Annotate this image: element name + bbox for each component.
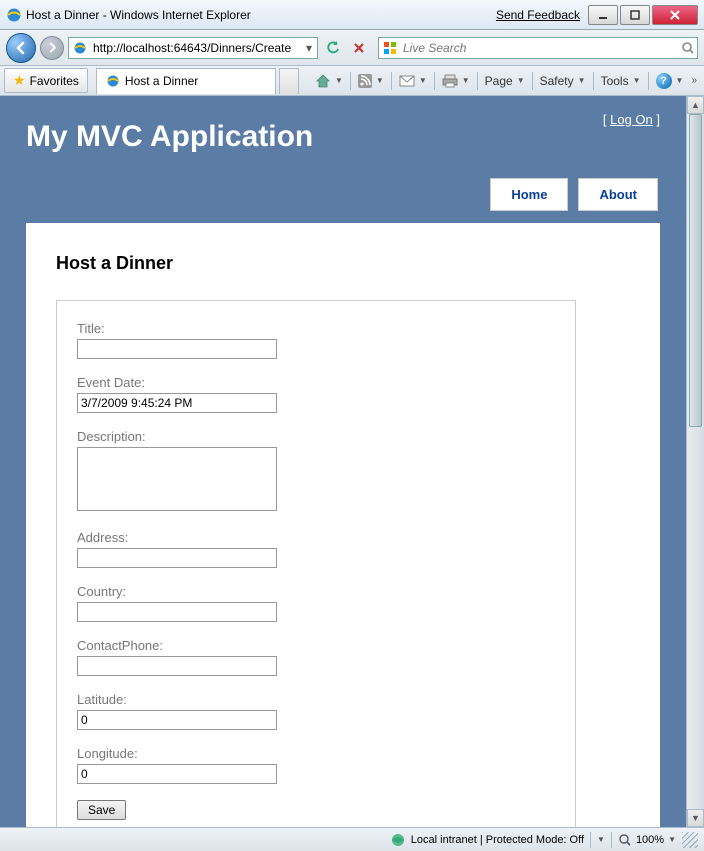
- eventdate-label: Event Date:: [77, 375, 555, 390]
- feeds-button[interactable]: ▼: [353, 70, 389, 92]
- page-icon: [72, 40, 88, 56]
- vertical-scrollbar[interactable]: ▲ ▼: [686, 96, 704, 827]
- description-label: Description:: [77, 429, 555, 444]
- protected-mode-dropdown[interactable]: ▼: [597, 835, 605, 844]
- mail-button[interactable]: ▼: [394, 70, 432, 92]
- page-menu[interactable]: Page ▼: [480, 70, 530, 92]
- menu-about[interactable]: About: [578, 178, 658, 211]
- scroll-down-button[interactable]: ▼: [687, 809, 704, 827]
- longitude-input[interactable]: [77, 764, 277, 784]
- search-input[interactable]: [401, 41, 681, 55]
- logon-link[interactable]: Log On: [610, 112, 653, 127]
- resize-grip[interactable]: [682, 832, 698, 848]
- help-icon: ?: [656, 73, 672, 89]
- country-input[interactable]: [77, 602, 277, 622]
- security-zone-text: Local intranet | Protected Mode: Off: [411, 834, 584, 846]
- address-input[interactable]: [91, 41, 301, 55]
- scroll-up-button[interactable]: ▲: [687, 96, 704, 114]
- maximize-button[interactable]: [620, 5, 650, 25]
- chevron-down-icon: ▼: [578, 76, 586, 85]
- address-dropdown[interactable]: ▾: [301, 41, 317, 55]
- title-input[interactable]: [77, 339, 277, 359]
- safety-menu[interactable]: Safety ▼: [535, 70, 591, 92]
- home-button[interactable]: ▼: [310, 69, 348, 93]
- page-heading: Host a Dinner: [56, 253, 630, 274]
- chevron-down-icon: ▼: [668, 835, 676, 844]
- security-zone-icon: [391, 833, 405, 847]
- stop-button[interactable]: [348, 37, 370, 59]
- chevron-down-icon: ▼: [676, 76, 684, 85]
- new-tab-button[interactable]: [279, 68, 299, 94]
- ie-icon: [6, 7, 22, 23]
- address-input[interactable]: [77, 548, 277, 568]
- country-label: Country:: [77, 584, 555, 599]
- tools-menu-label: Tools: [601, 74, 629, 88]
- chevron-down-icon: ▼: [419, 76, 427, 85]
- scroll-thumb[interactable]: [689, 114, 702, 427]
- forward-button[interactable]: [40, 36, 64, 60]
- chevron-down-icon: ▼: [517, 76, 525, 85]
- toolbar-buttons: ▼ ▼ ▼ ▼ Page ▼ Safety ▼ Tools ▼: [310, 69, 700, 93]
- description-input[interactable]: [77, 447, 277, 511]
- nav-bar: ▾: [0, 30, 704, 66]
- back-button[interactable]: [6, 33, 36, 63]
- app-title: My MVC Application: [26, 120, 313, 154]
- longitude-label: Longitude:: [77, 746, 555, 761]
- tools-menu[interactable]: Tools ▼: [596, 70, 646, 92]
- latitude-label: Latitude:: [77, 692, 555, 707]
- chevron-down-icon: ▼: [462, 76, 470, 85]
- contactphone-input[interactable]: [77, 656, 277, 676]
- print-button[interactable]: ▼: [437, 69, 475, 93]
- window-titlebar: Host a Dinner - Windows Internet Explore…: [0, 0, 704, 30]
- status-bar: Local intranet | Protected Mode: Off ▼ 1…: [0, 827, 704, 851]
- browser-tab[interactable]: Host a Dinner: [96, 68, 276, 94]
- page-content: My MVC Application [ Log On ] Home About…: [0, 96, 686, 827]
- save-button[interactable]: Save: [77, 800, 126, 820]
- search-bar[interactable]: [378, 37, 698, 59]
- main-menu: Home About: [26, 178, 658, 211]
- chevron-down-icon: ▼: [633, 76, 641, 85]
- page-menu-label: Page: [485, 74, 513, 88]
- minimize-button[interactable]: [588, 5, 618, 25]
- contactphone-label: ContactPhone:: [77, 638, 555, 653]
- address-label: Address:: [77, 530, 555, 545]
- zoom-value: 100%: [636, 834, 664, 846]
- zoom-icon: [618, 833, 632, 847]
- chevron-down-icon: ▼: [335, 76, 343, 85]
- window-title: Host a Dinner - Windows Internet Explore…: [26, 8, 496, 22]
- toolbar: ★ Favorites Host a Dinner ▼ ▼ ▼ ▼: [0, 66, 704, 96]
- search-go-button[interactable]: [681, 41, 697, 55]
- logon-area: [ Log On ]: [603, 112, 660, 127]
- menu-home[interactable]: Home: [490, 178, 568, 211]
- send-feedback-link[interactable]: Send Feedback: [496, 8, 580, 22]
- eventdate-input[interactable]: [77, 393, 277, 413]
- page-icon: [105, 73, 121, 89]
- refresh-button[interactable]: [322, 37, 344, 59]
- star-icon: ★: [13, 72, 26, 89]
- content-viewport: My MVC Application [ Log On ] Home About…: [0, 96, 704, 827]
- title-label: Title:: [77, 321, 555, 336]
- content-card: Host a Dinner Title: Event Date: Descrip…: [26, 223, 660, 827]
- chevron-down-icon: ▼: [376, 76, 384, 85]
- favorites-label: Favorites: [30, 74, 79, 88]
- window-buttons: [588, 5, 698, 25]
- latitude-input[interactable]: [77, 710, 277, 730]
- scroll-track[interactable]: [687, 114, 704, 809]
- form-fieldset: Title: Event Date: Description:: [56, 300, 576, 827]
- close-button[interactable]: [652, 5, 698, 25]
- windows-logo-icon: [382, 40, 398, 56]
- address-bar[interactable]: ▾: [68, 37, 318, 59]
- toolbar-overflow[interactable]: »: [688, 73, 700, 88]
- safety-menu-label: Safety: [540, 74, 574, 88]
- tab-title: Host a Dinner: [125, 74, 198, 88]
- zoom-control[interactable]: 100% ▼: [618, 833, 676, 847]
- help-button[interactable]: ? ▼: [651, 69, 689, 93]
- favorites-button[interactable]: ★ Favorites: [4, 68, 88, 93]
